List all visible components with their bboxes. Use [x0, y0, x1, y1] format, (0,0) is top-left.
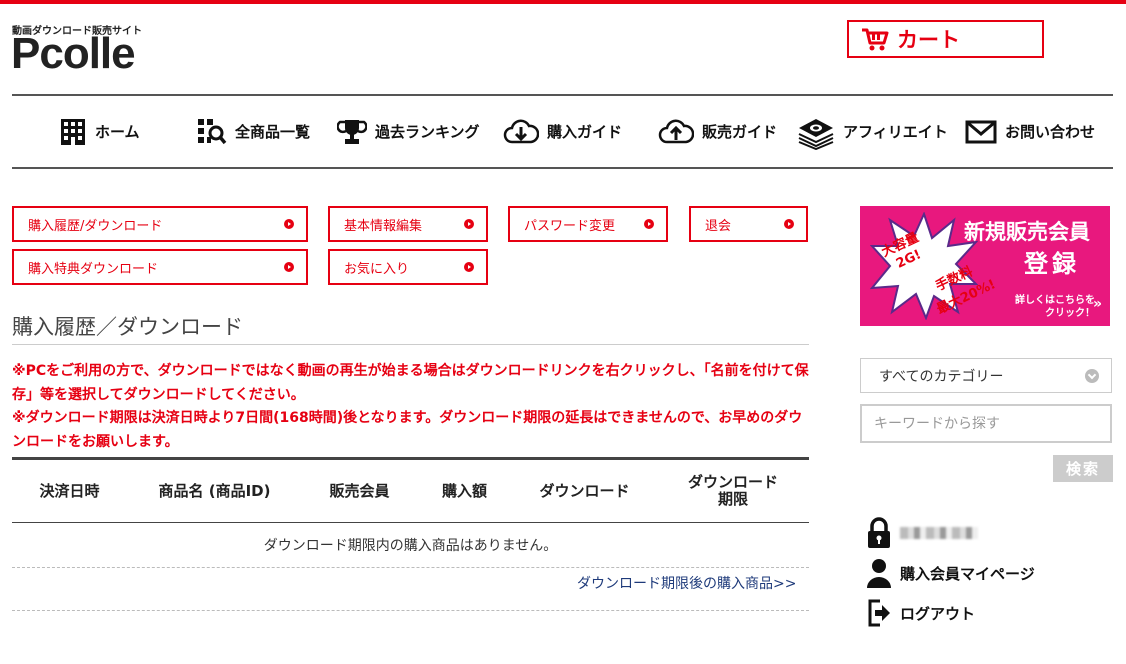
nav-contact[interactable]: お問い合わせ [965, 96, 1095, 167]
arrow-right-icon [644, 219, 654, 229]
nav-affiliate-label: アフィリエイト [843, 123, 948, 141]
money-stack-icon [798, 118, 834, 150]
arrow-right-icon [464, 219, 474, 229]
menu-password-change-label: パスワード変更 [524, 218, 616, 234]
search-button[interactable]: 検索 [1053, 455, 1113, 482]
table-empty-message: ダウンロード期限内の購入商品はありません。 [12, 523, 809, 568]
th-download-deadline: ダウンロード 期限 [687, 473, 778, 508]
category-select[interactable]: すべてのカテゴリー [860, 358, 1112, 393]
menu-withdraw-label: 退会 [705, 218, 732, 234]
menu-password-change[interactable]: パスワード変更 [508, 206, 668, 242]
menu-favorites-label: お気に入り [344, 261, 410, 277]
nav-all-products[interactable]: 全商品一覧 [197, 96, 310, 167]
nav-contact-label: お問い合わせ [1005, 123, 1096, 141]
member-mypage-label: 購入会員マイページ [900, 564, 1035, 583]
arrow-right-icon [284, 219, 294, 229]
notice-deadline: ※ダウンロード期限は決済日時より7日間(168時間)後となります。ダウンロード期… [12, 410, 803, 450]
cart-label: カート [897, 28, 960, 52]
divider [12, 610, 809, 611]
nav-sales-guide-label: 販売ガイド [702, 123, 778, 141]
menu-bonus-download-label: 購入特典ダウンロード [28, 261, 159, 277]
chevron-down-icon [1085, 369, 1099, 383]
menu-purchase-history-label: 購入履歴/ダウンロード [28, 218, 163, 234]
nav-purchase-guide-label: 購入ガイド [547, 123, 623, 141]
site-logo[interactable]: Pcolle [11, 30, 136, 78]
arrow-right-icon [284, 262, 294, 272]
banner-title-line1: 新規販売会員 [964, 220, 1090, 244]
masked-user-id [900, 527, 978, 539]
member-mypage-link[interactable]: 購入会員マイページ [866, 558, 1035, 588]
top-accent-bar [0, 0, 1126, 4]
table-header: 決済日時 商品名 (商品ID) 販売会員 購入額 ダウンロード ダウンロード 期… [12, 457, 809, 523]
cloud-upload-icon [658, 119, 694, 143]
category-selected-value: すべてのカテゴリー [879, 368, 1004, 385]
menu-profile-edit-label: 基本情報編集 [344, 218, 423, 234]
th-amount: 購入額 [441, 481, 487, 500]
purchase-table: 決済日時 商品名 (商品ID) 販売会員 購入額 ダウンロード ダウンロード 期… [12, 457, 809, 568]
nav-affiliate[interactable]: アフィリエイト [797, 96, 948, 167]
logout-link[interactable]: ログアウト [866, 598, 975, 628]
main-nav: ホーム 全商品一覧 過去ランキング 購入ガイド 販売ガイド アフィリエイト お問… [12, 94, 1113, 169]
nav-all-products-label: 全商品一覧 [235, 123, 311, 141]
th-download: ダウンロード [539, 481, 630, 500]
logout-icon [868, 599, 890, 627]
cart-button[interactable]: カート [847, 20, 1044, 58]
banner-detail-line2: クリック！ [1045, 308, 1095, 319]
nav-sales-guide[interactable]: 販売ガイド [658, 96, 777, 167]
arrow-right-icon [464, 262, 474, 272]
seller-signup-banner[interactable]: 大容量 2G! 手数料 最大20%! 新規販売会員 登録 詳しくはこちらを クリ… [860, 206, 1110, 326]
building-icon [61, 118, 85, 145]
nav-home[interactable]: ホーム [59, 96, 140, 167]
expired-purchases-link[interactable]: ダウンロード期限後の購入商品>> [577, 573, 796, 593]
menu-favorites[interactable]: お気に入り [328, 249, 488, 285]
grid-search-icon [198, 118, 227, 144]
menu-withdraw[interactable]: 退会 [689, 206, 808, 242]
lock-icon [868, 517, 890, 548]
menu-bonus-download[interactable]: 購入特典ダウンロード [12, 249, 308, 285]
banner-title-line2: 登録 [1024, 250, 1080, 278]
menu-purchase-history[interactable]: 購入履歴/ダウンロード [12, 206, 308, 242]
nav-ranking[interactable]: 過去ランキング [337, 96, 480, 167]
keyword-search-input[interactable] [860, 404, 1112, 443]
account-id-display [866, 517, 978, 549]
mail-icon [965, 120, 997, 143]
th-payment-date: 決済日時 [39, 481, 100, 500]
nav-home-label: ホーム [95, 123, 140, 141]
cloud-download-icon [503, 119, 539, 143]
notice-text: ※PCをご利用の方で、ダウンロードではなく動画の再生が始まる場合はダウンロードリ… [12, 360, 812, 454]
cart-icon [862, 28, 889, 51]
chevron-right-icon: » [1092, 296, 1102, 312]
nav-purchase-guide[interactable]: 購入ガイド [503, 96, 622, 167]
arrow-right-icon [784, 219, 794, 229]
menu-profile-edit[interactable]: 基本情報編集 [328, 206, 488, 242]
nav-ranking-label: 過去ランキング [375, 123, 480, 141]
user-icon [867, 559, 891, 588]
th-seller: 販売会員 [329, 481, 390, 500]
logout-label: ログアウト [900, 604, 976, 623]
notice-right-click: ※PCをご利用の方で、ダウンロードではなく動画の再生が始まる場合はダウンロードリ… [12, 363, 809, 403]
th-product-name: 商品名 (商品ID) [158, 481, 271, 500]
trophy-icon [337, 119, 367, 144]
page-title: 購入履歴／ダウンロード [12, 314, 809, 345]
